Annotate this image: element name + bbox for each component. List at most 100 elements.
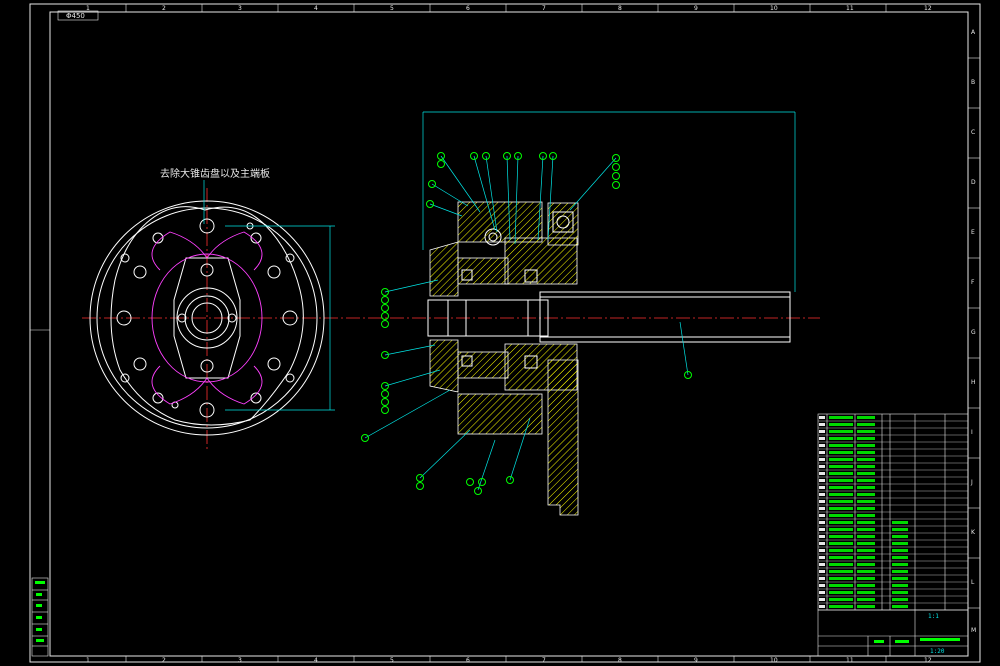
bom-cell-mark <box>892 584 908 587</box>
bom-index-mark <box>819 542 825 545</box>
grid-num: 2 <box>162 5 166 12</box>
bom-cell-mark <box>829 486 853 489</box>
bom-cell-mark <box>829 451 853 454</box>
bom-index-mark <box>819 549 825 552</box>
grid-num: 5 <box>390 5 394 12</box>
bom-index-mark <box>819 451 825 454</box>
grid-num: 10 <box>770 5 778 12</box>
bom-cell-mark <box>892 521 908 524</box>
output-shaft <box>447 291 791 343</box>
bom-cell-mark <box>857 535 875 538</box>
bom-index-mark <box>819 556 825 559</box>
bom-cell-mark <box>857 500 875 503</box>
grid-num: 7 <box>542 657 546 664</box>
right-grid-letters: A B C D E F G H I J K L M <box>970 29 976 634</box>
bottom-grid-numbers: 1 2 3 4 5 6 7 8 9 10 11 12 <box>86 657 932 664</box>
bom-index-mark <box>819 563 825 566</box>
grid-letter: D <box>971 179 976 186</box>
grid-letter: B <box>971 79 975 86</box>
bom-index-mark <box>819 598 825 601</box>
bom-cell-mark <box>892 535 908 538</box>
bom-cell-mark <box>829 493 853 496</box>
bom-index-mark <box>819 500 825 503</box>
bom-cell-mark <box>829 584 853 587</box>
bom-index-mark <box>819 444 825 447</box>
bom-cell-mark <box>857 416 875 419</box>
bom-cell-mark <box>829 591 853 594</box>
grid-num: 8 <box>618 657 622 664</box>
bom-cell-mark <box>829 598 853 601</box>
grid-letter: L <box>971 579 975 586</box>
bom-cell-mark <box>829 458 853 461</box>
annotation-text: 去除大锥齿盘以及主端板 <box>160 167 270 180</box>
bom-index-mark <box>819 605 825 608</box>
bom-cell-mark <box>829 437 853 440</box>
bom-cell-mark <box>892 570 908 573</box>
bom-index-mark <box>819 472 825 475</box>
bom-index-mark <box>819 423 825 426</box>
bom-cell-mark <box>829 563 853 566</box>
bom-cell-mark <box>892 605 908 608</box>
bom-cell-mark <box>829 549 853 552</box>
bom-cell-mark <box>892 549 908 552</box>
grid-letter: J <box>970 479 973 486</box>
bom-cell-mark <box>857 472 875 475</box>
bom-cell-mark <box>829 605 853 608</box>
bom-cell-mark <box>829 556 853 559</box>
bom-index-mark <box>819 465 825 468</box>
grid-letter: A <box>971 29 976 36</box>
grid-letter: I <box>971 429 973 436</box>
bom-cell-mark <box>892 563 908 566</box>
bom-cell-mark <box>857 465 875 468</box>
grid-num: 1 <box>86 657 90 664</box>
bom-cell-mark <box>829 416 853 419</box>
bom-cell-mark <box>829 430 853 433</box>
cad-drawing-canvas: 1 2 3 4 5 6 7 8 9 10 11 12 1 2 3 4 5 6 7… <box>29 3 981 664</box>
bom-index-mark <box>819 437 825 440</box>
bom-cell-mark <box>829 577 853 580</box>
bom-cell-mark <box>829 521 853 524</box>
inner-frame <box>49 11 969 657</box>
grid-letter: K <box>971 529 976 536</box>
bom-cell-mark <box>892 577 908 580</box>
bom-cell-mark <box>857 507 875 510</box>
grid-num: 8 <box>618 5 622 12</box>
bom-cell-mark <box>857 591 875 594</box>
bom-index-mark <box>819 486 825 489</box>
bom-cell-mark <box>829 423 853 426</box>
grid-num: 9 <box>694 657 698 664</box>
bom-cell-mark <box>857 549 875 552</box>
bom-cell-mark <box>857 430 875 433</box>
bom-cell-mark <box>892 598 908 601</box>
bom-cell-mark <box>892 542 908 545</box>
grid-num: 12 <box>924 657 932 664</box>
grid-letter: G <box>971 329 976 336</box>
grid-num: 12 <box>924 5 932 12</box>
bom-cell-mark <box>857 563 875 566</box>
grid-letter: M <box>971 627 976 634</box>
bom-cell-mark <box>857 493 875 496</box>
bom-cell-mark <box>857 570 875 573</box>
title-sheet: 1:20 <box>930 648 945 655</box>
grid-num: 10 <box>770 657 778 664</box>
bom-cell-mark <box>829 507 853 510</box>
title-block-marks <box>874 638 960 643</box>
bom-index-mark <box>819 514 825 517</box>
bom-cell-mark <box>829 542 853 545</box>
bom-index-mark <box>819 591 825 594</box>
bom-index-mark <box>819 479 825 482</box>
bom-cell-mark <box>857 451 875 454</box>
bom-index-mark <box>819 535 825 538</box>
bom-cell-mark <box>857 444 875 447</box>
grid-num: 3 <box>238 657 242 664</box>
bom-cell-mark <box>857 486 875 489</box>
bom-cell-mark <box>892 556 908 559</box>
bom-cell-mark <box>829 465 853 468</box>
bom-index-mark <box>819 507 825 510</box>
bom-cell-mark <box>829 514 853 517</box>
grid-num: 9 <box>694 5 698 12</box>
bom-rows <box>818 420 968 604</box>
bom-cell-mark <box>857 514 875 517</box>
bom-cell-mark <box>857 542 875 545</box>
bom-cell-mark <box>829 528 853 531</box>
